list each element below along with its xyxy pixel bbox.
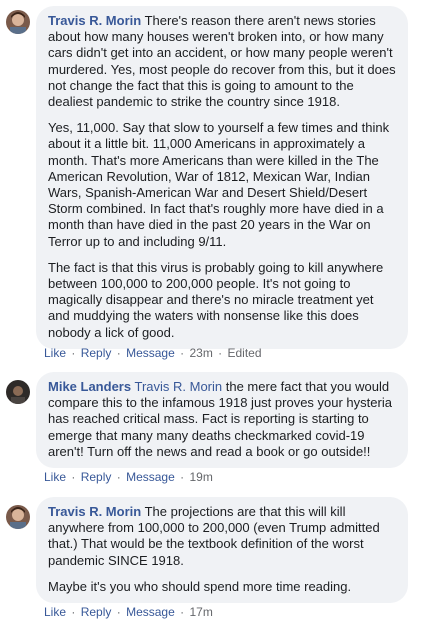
message-link[interactable]: Message <box>126 346 175 360</box>
comment-paragraph-3: The fact is that this virus is probably … <box>48 259 384 340</box>
comment-paragraph-2: Yes, 11,000. Say that slow to yourself a… <box>48 120 390 249</box>
comment-actions: Like · Reply · Message · 23m · Edited <box>44 346 262 360</box>
comment-paragraph-2: Maybe it's you who should spend more tim… <box>48 578 352 594</box>
comment-author[interactable]: Mike Landers <box>48 379 131 394</box>
comment-actions: Like · Reply · Message · 19m <box>44 470 213 484</box>
avatar-travis[interactable] <box>6 10 30 34</box>
like-link[interactable]: Like <box>44 346 66 360</box>
comment-bubble: Travis R. Morin The projections are that… <box>36 497 408 604</box>
like-link[interactable]: Like <box>44 470 66 484</box>
reply-link[interactable]: Reply <box>81 346 112 360</box>
avatar-mike[interactable] <box>6 380 30 404</box>
edited-label: Edited <box>227 346 262 360</box>
comment-paragraph-1: Travis R. Morin There's reason there are… <box>48 13 396 110</box>
message-link[interactable]: Message <box>126 605 175 619</box>
reply-link[interactable]: Reply <box>81 605 112 619</box>
like-link[interactable]: Like <box>44 605 66 619</box>
comment-author[interactable]: Travis R. Morin <box>48 13 141 28</box>
comment-author[interactable]: Travis R. Morin <box>48 504 141 519</box>
comment-bubble: Travis R. Morin There's reason there are… <box>36 6 408 349</box>
timestamp[interactable]: 19m <box>189 470 212 484</box>
timestamp[interactable]: 17m <box>189 605 212 619</box>
mention-link[interactable]: Travis R. Morin <box>134 379 222 394</box>
reply-link[interactable]: Reply <box>81 470 112 484</box>
avatar-travis[interactable] <box>6 505 30 529</box>
timestamp[interactable]: 23m <box>189 346 212 360</box>
comment-paragraph-1: Travis R. Morin The projections are that… <box>48 504 396 569</box>
comment-paragraph-1: Mike Landers Travis R. Morin the mere fa… <box>48 379 396 460</box>
comment-bubble: Mike Landers Travis R. Morin the mere fa… <box>36 372 408 469</box>
comment-actions: Like · Reply · Message · 17m <box>44 605 213 619</box>
message-link[interactable]: Message <box>126 470 175 484</box>
